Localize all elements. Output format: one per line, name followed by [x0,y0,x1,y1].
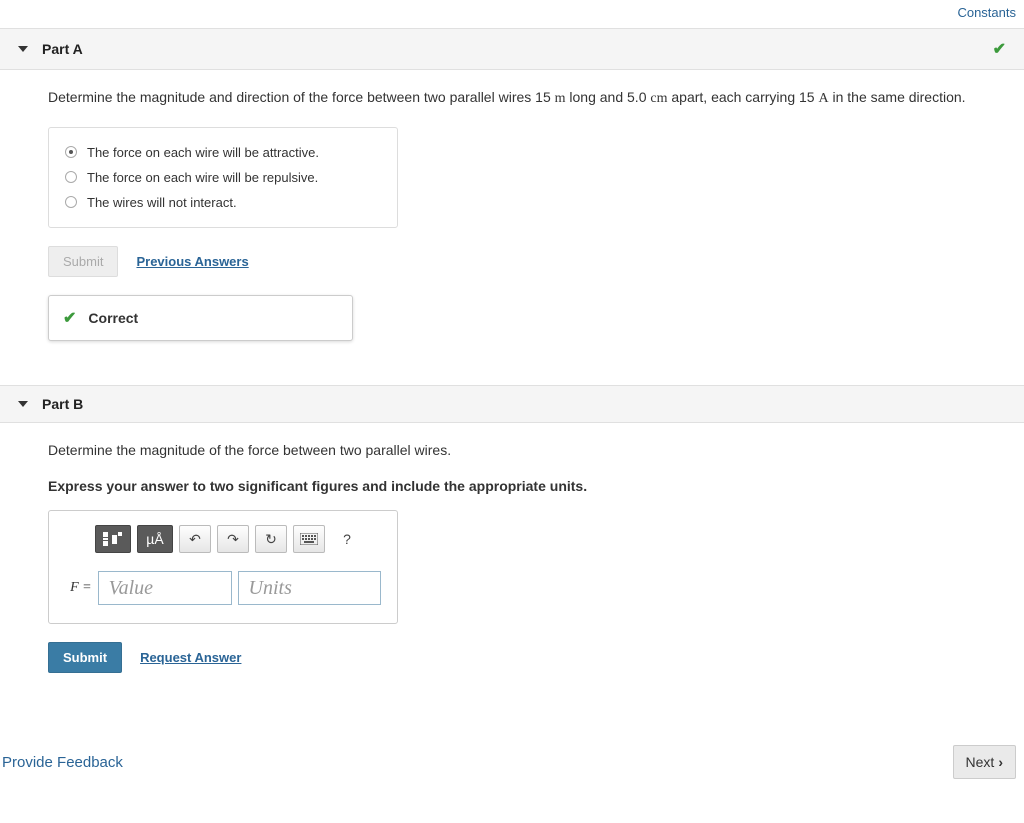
check-icon: ✔ [63,308,76,328]
radio-option-attractive[interactable]: The force on each wire will be attractiv… [65,140,381,165]
undo-button[interactable]: ↶ [179,525,211,553]
feedback-text: Correct [88,310,138,326]
units-button[interactable]: µÅ [137,525,173,553]
prompt-text: Determine the magnitude and direction of… [48,89,555,105]
radio-label: The force on each wire will be repulsive… [87,170,318,185]
value-input[interactable]: Value [98,571,232,605]
radio-icon [65,196,77,208]
part-b-prompt: Determine the magnitude of the force bet… [48,441,976,461]
next-button[interactable]: Next › [953,745,1016,779]
caret-down-icon [18,401,28,407]
radio-group: The force on each wire will be attractiv… [48,127,398,228]
part-a-title: Part A [42,41,83,57]
answer-toolbar: µÅ ↶ ↷ ↻ ? [95,525,381,553]
radio-icon [65,171,77,183]
equation-label: F = [65,580,92,596]
answer-box: µÅ ↶ ↷ ↻ ? F = Value Units [48,510,398,624]
radio-option-repulsive[interactable]: The force on each wire will be repulsive… [65,165,381,190]
keyboard-button[interactable] [293,525,325,553]
part-b-body: Determine the magnitude of the force bet… [0,423,1024,716]
part-a-prompt: Determine the magnitude and direction of… [48,88,976,109]
part-b-header[interactable]: Part B [0,385,1024,423]
fraction-icon [103,532,123,546]
submit-button[interactable]: Submit [48,642,122,673]
prompt-text: long and 5.0 [566,89,651,105]
provide-feedback-link[interactable]: Provide Feedback [0,754,123,771]
part-a-body: Determine the magnitude and direction of… [0,70,1024,365]
radio-label: The wires will not interact. [87,195,237,210]
part-a-header[interactable]: Part A ✔ [0,28,1024,70]
part-b-instruct: Express your answer to two significant f… [48,478,976,494]
reset-button[interactable]: ↻ [255,525,287,553]
units-input[interactable]: Units [238,571,381,605]
radio-label: The force on each wire will be attractiv… [87,145,319,160]
previous-answers-link[interactable]: Previous Answers [136,254,248,269]
unit-m: m [555,91,566,106]
constants-link[interactable]: Constants [957,5,1016,20]
feedback-correct: ✔ Correct [48,295,353,341]
unit-a: A [818,91,828,106]
unit-cm: cm [650,91,667,106]
keyboard-icon [300,533,318,545]
next-label: Next [966,754,995,770]
prompt-text: apart, each carrying 15 [667,89,818,105]
submit-button: Submit [48,246,118,277]
help-button[interactable]: ? [331,525,363,553]
radio-option-nointeract[interactable]: The wires will not interact. [65,190,381,215]
templates-button[interactable] [95,525,131,553]
request-answer-link[interactable]: Request Answer [140,650,241,665]
radio-icon [65,146,77,158]
redo-button[interactable]: ↷ [217,525,249,553]
check-icon: ✔ [993,39,1006,59]
chevron-right-icon: › [998,754,1003,770]
caret-down-icon [18,46,28,52]
prompt-text: in the same direction. [829,89,966,105]
part-b-title: Part B [42,396,83,412]
